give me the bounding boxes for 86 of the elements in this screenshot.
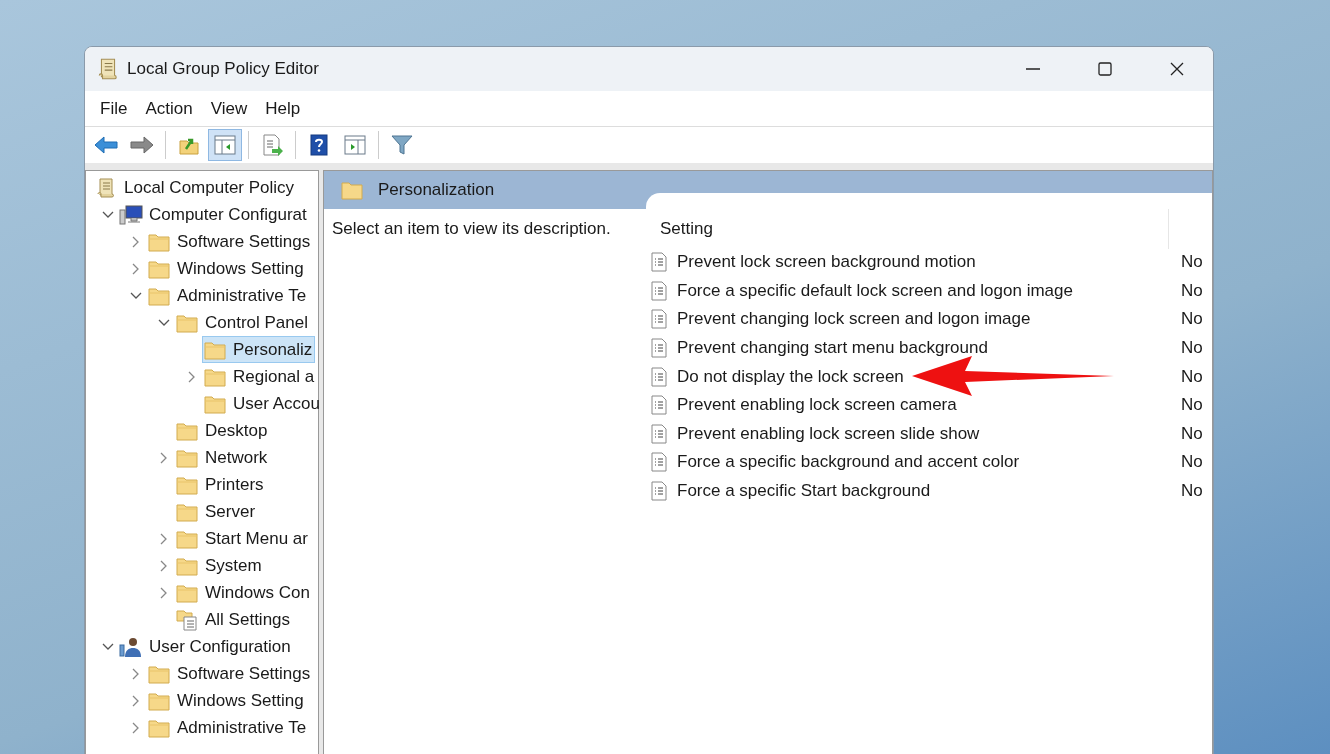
table-cell: No: [1181, 252, 1203, 273]
policy-document-icon: [651, 481, 667, 502]
pane-right-icon: [344, 135, 366, 155]
document-arrow-icon: [261, 134, 283, 156]
table-cell: No: [1181, 481, 1203, 502]
tree-item[interactable]: Software Settings: [146, 660, 314, 687]
chevron-down-icon[interactable]: [158, 318, 170, 327]
setting-item[interactable]: Force a specific background and accent color: [646, 452, 1181, 473]
table-cell: No: [1181, 366, 1203, 387]
chevron-right-icon[interactable]: [132, 235, 140, 248]
menu-item[interactable]: Help: [256, 94, 310, 123]
close-icon: [1169, 61, 1185, 77]
tree-item[interactable]: Administrative Te: [146, 282, 310, 309]
tree-item[interactable]: Administrative Te: [146, 714, 310, 741]
show-tree-button[interactable]: [208, 129, 242, 161]
table-cell: No: [1181, 338, 1203, 359]
chevron-right-icon[interactable]: [160, 451, 168, 464]
setting-item[interactable]: Do not display the lock screen: [646, 366, 1181, 387]
tree-item[interactable]: Network: [174, 444, 271, 471]
menu-item[interactable]: File: [91, 94, 137, 123]
policy-document-icon: [651, 452, 667, 473]
policy-document-icon: [651, 252, 667, 273]
setting-item[interactable]: Prevent enabling lock screen camera: [646, 395, 1181, 416]
policy-document-icon: [651, 338, 667, 359]
chevron-right-icon[interactable]: [160, 586, 168, 599]
tree-item[interactable]: Desktop: [174, 417, 271, 444]
tree-item[interactable]: Local Computer Policy: [93, 174, 298, 201]
arrow-right-icon: [130, 135, 154, 155]
table-cell: No: [1181, 280, 1203, 301]
tree-item[interactable]: User Accou: [202, 390, 323, 417]
filter-icon: [391, 134, 413, 156]
column-header[interactable]: Setting: [646, 209, 1169, 249]
table-cell: No: [1181, 423, 1203, 444]
setting-item[interactable]: Prevent enabling lock screen slide show: [646, 423, 1181, 444]
chevron-right-icon[interactable]: [160, 532, 168, 545]
tree-item[interactable]: Control Panel: [174, 309, 311, 336]
tree-item[interactable]: Software Settings: [146, 228, 314, 255]
tree-item[interactable]: Windows Setting: [146, 255, 307, 282]
tree-item[interactable]: Computer Configurat: [118, 201, 310, 228]
setting-item[interactable]: Force a specific default lock screen and logon image: [646, 280, 1181, 301]
description-text: Select an item to view its description.: [332, 219, 611, 238]
menu-item[interactable]: View: [201, 94, 257, 123]
tree-item[interactable]: Windows Setting: [146, 687, 307, 714]
tree-item[interactable]: Regional a: [202, 363, 318, 390]
policy-document-icon: [651, 395, 667, 416]
chevron-right-icon[interactable]: [160, 559, 168, 572]
table-cell: No: [1181, 452, 1203, 473]
folder-icon: [340, 179, 364, 201]
chevron-right-icon[interactable]: [132, 694, 140, 707]
tree-item[interactable]: All Settings: [174, 606, 294, 633]
computer-icon: [119, 203, 143, 226]
chevron-right-icon[interactable]: [132, 667, 140, 680]
tree-item[interactable]: Personaliz: [202, 336, 316, 363]
chevron-right-icon[interactable]: [132, 721, 140, 734]
table-cell: No: [1181, 395, 1203, 416]
table-cell: No: [1181, 309, 1203, 330]
header-title: Personalization: [378, 180, 495, 200]
window-title: Local Group Policy Editor: [127, 59, 319, 79]
tree-item[interactable]: Printers: [174, 471, 267, 498]
policy-document-icon: [651, 366, 667, 387]
minimize-icon: [1026, 68, 1040, 70]
policy-document-icon: [651, 423, 667, 444]
setting-item[interactable]: Force a specific Start background: [646, 481, 1181, 502]
setting-item[interactable]: Prevent lock screen background motion: [646, 252, 1181, 273]
tree-item[interactable]: Start Menu ar: [174, 525, 311, 552]
user-icon: [119, 635, 143, 658]
tree-item[interactable]: Windows Con: [174, 579, 313, 606]
setting-item[interactable]: Prevent changing start menu background: [646, 338, 1181, 359]
chevron-right-icon[interactable]: [188, 370, 196, 383]
arrow-left-icon: [94, 135, 118, 155]
menu-item[interactable]: Action: [136, 94, 202, 123]
chevron-down-icon[interactable]: [130, 291, 142, 300]
policy-document-icon: [651, 309, 667, 330]
chevron-down-icon[interactable]: [102, 642, 114, 651]
maximize-icon: [1097, 61, 1113, 77]
folder-list-icon: [175, 608, 199, 631]
scroll-icon: [97, 57, 119, 81]
pane-left-icon: [214, 135, 236, 155]
setting-item[interactable]: Prevent changing lock screen and logon image: [646, 309, 1181, 330]
tree-item[interactable]: System: [174, 552, 265, 579]
chevron-down-icon[interactable]: [102, 210, 114, 219]
tree-item[interactable]: User Configuration: [118, 633, 294, 660]
chevron-right-icon[interactable]: [132, 262, 140, 275]
help-icon: [310, 134, 328, 156]
policy-document-icon: [651, 280, 667, 301]
tree-item[interactable]: Server: [174, 498, 259, 525]
